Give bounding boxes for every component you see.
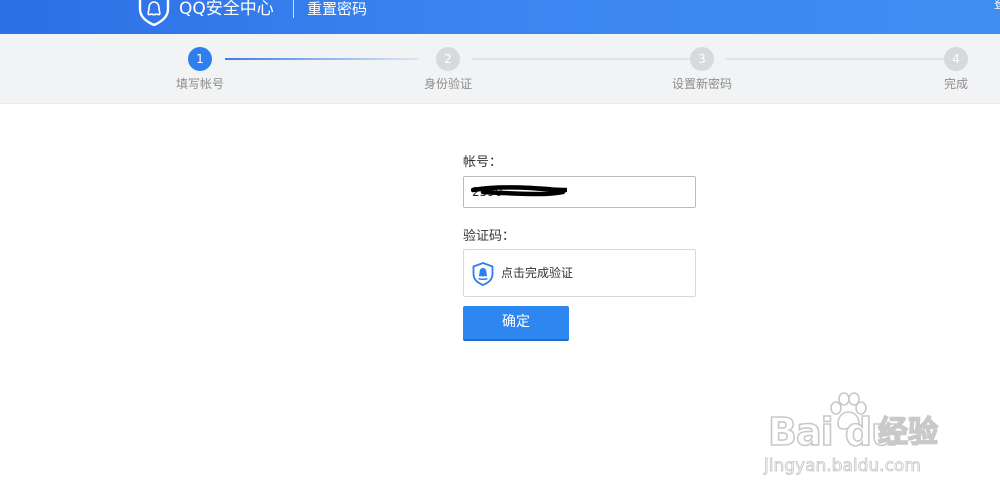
captcha-label: 验证码：	[463, 229, 516, 244]
captcha-verify-box[interactable]: 点击完成验证	[463, 249, 696, 297]
watermark-url: jingyan.baidu.com	[764, 456, 922, 477]
account-input[interactable]	[463, 176, 696, 208]
page-title: 重置密码	[307, 0, 368, 18]
watermark-main-text: Bai du	[767, 410, 899, 454]
account-label: 帐号：	[463, 155, 503, 170]
step-2-circle: 2	[436, 47, 460, 71]
brand-title[interactable]: QQ安全中心	[179, 0, 274, 18]
header-divider	[293, 0, 294, 18]
step-2-label: 身份验证	[423, 77, 472, 91]
step-4-label: 完成	[943, 77, 968, 91]
step-connector-2	[472, 58, 690, 60]
step-1-label: 填写帐号	[175, 77, 224, 91]
header-login-link[interactable]: 登	[994, 0, 1000, 10]
confirm-button[interactable]: 确定	[463, 306, 569, 341]
captcha-prompt: 点击完成验证	[501, 266, 574, 280]
watermark-cn-text: 经验	[877, 415, 938, 450]
step-3-label: 设置新密码	[671, 77, 732, 91]
step-connector-3	[725, 58, 944, 60]
reset-password-form: 帐号： 验证码： 点击完成验证 确定	[463, 150, 703, 350]
step-3-circle: 3	[690, 47, 714, 71]
top-header: QQ安全中心 重置密码 登	[0, 0, 1000, 34]
baidu-jingyan-watermark: Bai du 经验 jingyan.baidu.com	[762, 392, 962, 488]
step-4-circle: 4	[944, 47, 968, 71]
step-1-circle: 1	[188, 47, 212, 71]
step-connector-1	[225, 58, 419, 60]
progress-steps-bar: 1 填写帐号 2 身份验证 3 设置新密码 4 完成	[0, 34, 1000, 104]
qq-shield-logo-icon	[138, 0, 170, 26]
shield-icon	[472, 262, 494, 286]
baidu-paw-icon	[830, 392, 867, 430]
